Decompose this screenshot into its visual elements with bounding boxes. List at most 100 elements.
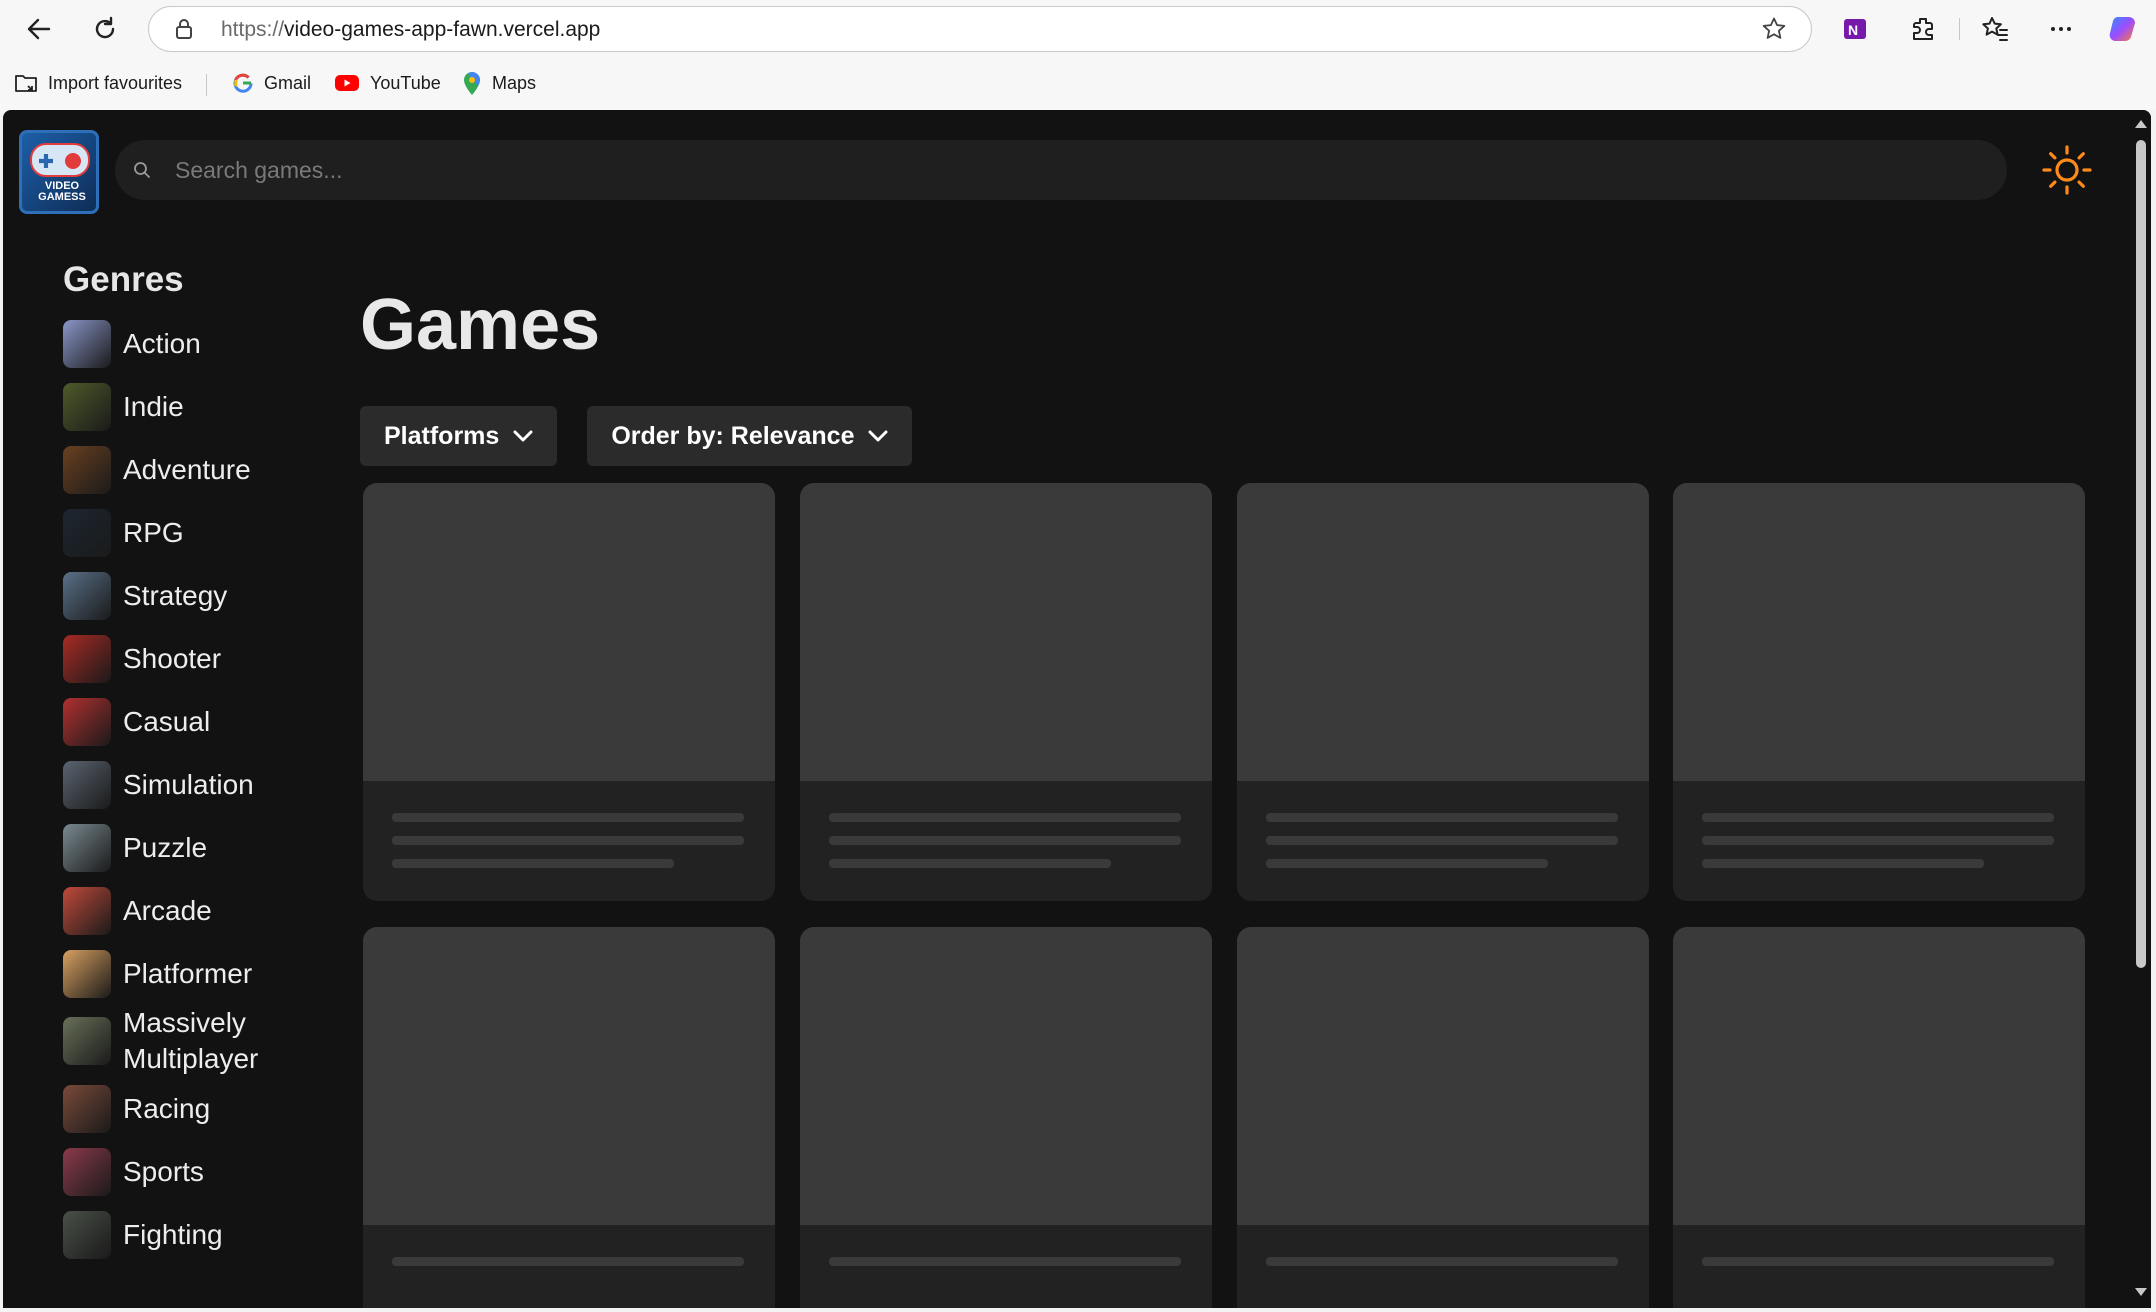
card-image-placeholder xyxy=(800,927,1212,1225)
genre-thumbnail xyxy=(63,886,111,935)
scroll-down-arrow-icon[interactable] xyxy=(2135,1288,2147,1296)
genre-item[interactable]: Sports xyxy=(63,1140,313,1203)
lock-icon[interactable] xyxy=(173,18,195,40)
chevron-down-icon xyxy=(513,430,533,442)
bookmark-label: Maps xyxy=(492,72,537,93)
genre-item[interactable]: Racing xyxy=(63,1077,313,1140)
game-card-skeleton[interactable] xyxy=(363,927,775,1308)
card-image-placeholder xyxy=(1673,483,2085,781)
bookmark-label: Gmail xyxy=(264,72,312,93)
genre-label: Casual xyxy=(123,705,211,737)
back-icon[interactable] xyxy=(20,10,58,48)
genre-item[interactable]: RPG xyxy=(63,501,313,564)
genre-item[interactable]: Puzzle xyxy=(63,816,313,879)
genre-label: RPG xyxy=(123,516,184,548)
genre-label: Fighting xyxy=(123,1218,223,1250)
skeleton-line xyxy=(1266,1257,1618,1266)
game-card-skeleton[interactable] xyxy=(1673,927,2085,1308)
genre-thumbnail xyxy=(63,445,111,494)
genre-item[interactable]: Fighting xyxy=(63,1203,313,1266)
genre-item[interactable]: Indie xyxy=(63,375,313,438)
bookmark-divider xyxy=(206,74,207,96)
chevron-down-icon xyxy=(868,430,888,442)
skeleton-line xyxy=(1702,836,2054,845)
favourites-icon[interactable] xyxy=(1976,10,2014,48)
card-image-placeholder xyxy=(1673,927,2085,1225)
favourite-star-icon[interactable] xyxy=(1761,16,1787,42)
skeleton-line xyxy=(1702,813,2054,822)
order-by-dropdown[interactable]: Order by: Relevance xyxy=(587,406,913,466)
scrollbar-thumb[interactable] xyxy=(2136,140,2146,968)
google-icon xyxy=(233,73,253,93)
skeleton-line xyxy=(1266,859,1548,868)
skeleton-line xyxy=(392,859,674,868)
more-menu-icon[interactable] xyxy=(2042,10,2080,48)
genre-thumbnail xyxy=(63,1210,111,1259)
card-image-placeholder xyxy=(1237,483,1649,781)
bookmark-youtube[interactable]: YouTube xyxy=(334,68,441,98)
genre-item[interactable]: Casual xyxy=(63,690,313,753)
genre-thumbnail xyxy=(63,634,111,683)
skeleton-line xyxy=(392,836,744,845)
skeleton-line xyxy=(392,813,744,822)
game-card-skeleton[interactable] xyxy=(1237,483,1649,901)
skeleton-line xyxy=(1266,813,1618,822)
app-logo[interactable]: VIDEO GAMESS xyxy=(19,130,99,214)
genre-thumbnail xyxy=(63,319,111,368)
genre-label: Massively Multiplayer xyxy=(123,1007,259,1074)
onenote-icon[interactable]: N xyxy=(1836,10,1874,48)
refresh-icon[interactable] xyxy=(86,10,124,48)
search-input[interactable] xyxy=(175,140,1975,200)
genre-thumbnail xyxy=(63,1147,111,1196)
copilot-icon[interactable] xyxy=(2104,10,2142,48)
genre-thumbnail xyxy=(63,823,111,872)
skeleton-line xyxy=(1702,1257,2054,1266)
search-bar[interactable] xyxy=(115,140,2007,200)
genre-item[interactable]: Action xyxy=(63,312,313,375)
genre-item[interactable]: Adventure xyxy=(63,438,313,501)
genre-thumbnail xyxy=(63,697,111,746)
genre-item[interactable]: Simulation xyxy=(63,753,313,816)
genre-item[interactable]: Massively Multiplayer xyxy=(63,1005,313,1077)
platforms-dropdown[interactable]: Platforms xyxy=(360,406,558,466)
skeleton-line xyxy=(829,1257,1181,1266)
bookmark-label: Import favourites xyxy=(48,72,183,93)
browser-toolbar: https://video-games-app-fawn.vercel.app … xyxy=(0,0,2156,58)
bookmark-gmail[interactable]: Gmail xyxy=(232,68,311,98)
youtube-icon xyxy=(335,75,359,91)
web-page: VIDEOGAMESS Genres Action Indie Adventure R… xyxy=(3,110,2151,1308)
game-card-skeleton[interactable] xyxy=(1673,483,2085,901)
genre-label: Puzzle xyxy=(123,831,208,863)
skeleton-line xyxy=(829,813,1181,822)
genre-thumbnail xyxy=(63,949,111,998)
skeleton-line xyxy=(1702,859,1984,868)
genres-sidebar: Genres Action Indie Adventure RPG Strategy Sh… xyxy=(63,260,313,1266)
bookmark-label: YouTube xyxy=(370,72,441,93)
game-card-skeleton[interactable] xyxy=(1237,927,1649,1308)
sun-icon[interactable] xyxy=(2041,144,2093,196)
gamepad-icon xyxy=(30,143,90,177)
url-text[interactable]: https://video-games-app-fawn.vercel.app xyxy=(221,18,600,42)
maps-pin-icon xyxy=(464,72,480,95)
genre-label: Racing xyxy=(123,1092,211,1124)
genre-item[interactable]: Strategy xyxy=(63,564,313,627)
genre-thumbnail xyxy=(63,1017,111,1065)
page-scrollbar[interactable] xyxy=(2131,110,2151,1308)
import-folder-icon xyxy=(15,75,37,92)
genres-heading: Genres xyxy=(63,260,184,299)
extensions-icon[interactable] xyxy=(1904,10,1942,48)
genre-item[interactable]: Shooter xyxy=(63,627,313,690)
genre-label: Indie xyxy=(123,390,184,422)
address-bar[interactable]: https://video-games-app-fawn.vercel.app xyxy=(148,6,1812,52)
game-card-skeleton[interactable] xyxy=(363,483,775,901)
genre-item[interactable]: Arcade xyxy=(63,879,313,942)
genre-list: Action Indie Adventure RPG Strategy Shooter Ca… xyxy=(63,312,313,1266)
scroll-up-arrow-icon[interactable] xyxy=(2135,120,2147,128)
genre-item[interactable]: Platformer xyxy=(63,942,313,1005)
bookmark-import-favourites[interactable]: Import favourites xyxy=(14,68,182,98)
game-card-skeleton[interactable] xyxy=(800,927,1212,1308)
bookmark-maps[interactable]: Maps xyxy=(462,68,536,98)
game-card-skeleton[interactable] xyxy=(800,483,1212,901)
genre-label: Platformer xyxy=(123,957,253,989)
skeleton-line xyxy=(829,836,1181,845)
